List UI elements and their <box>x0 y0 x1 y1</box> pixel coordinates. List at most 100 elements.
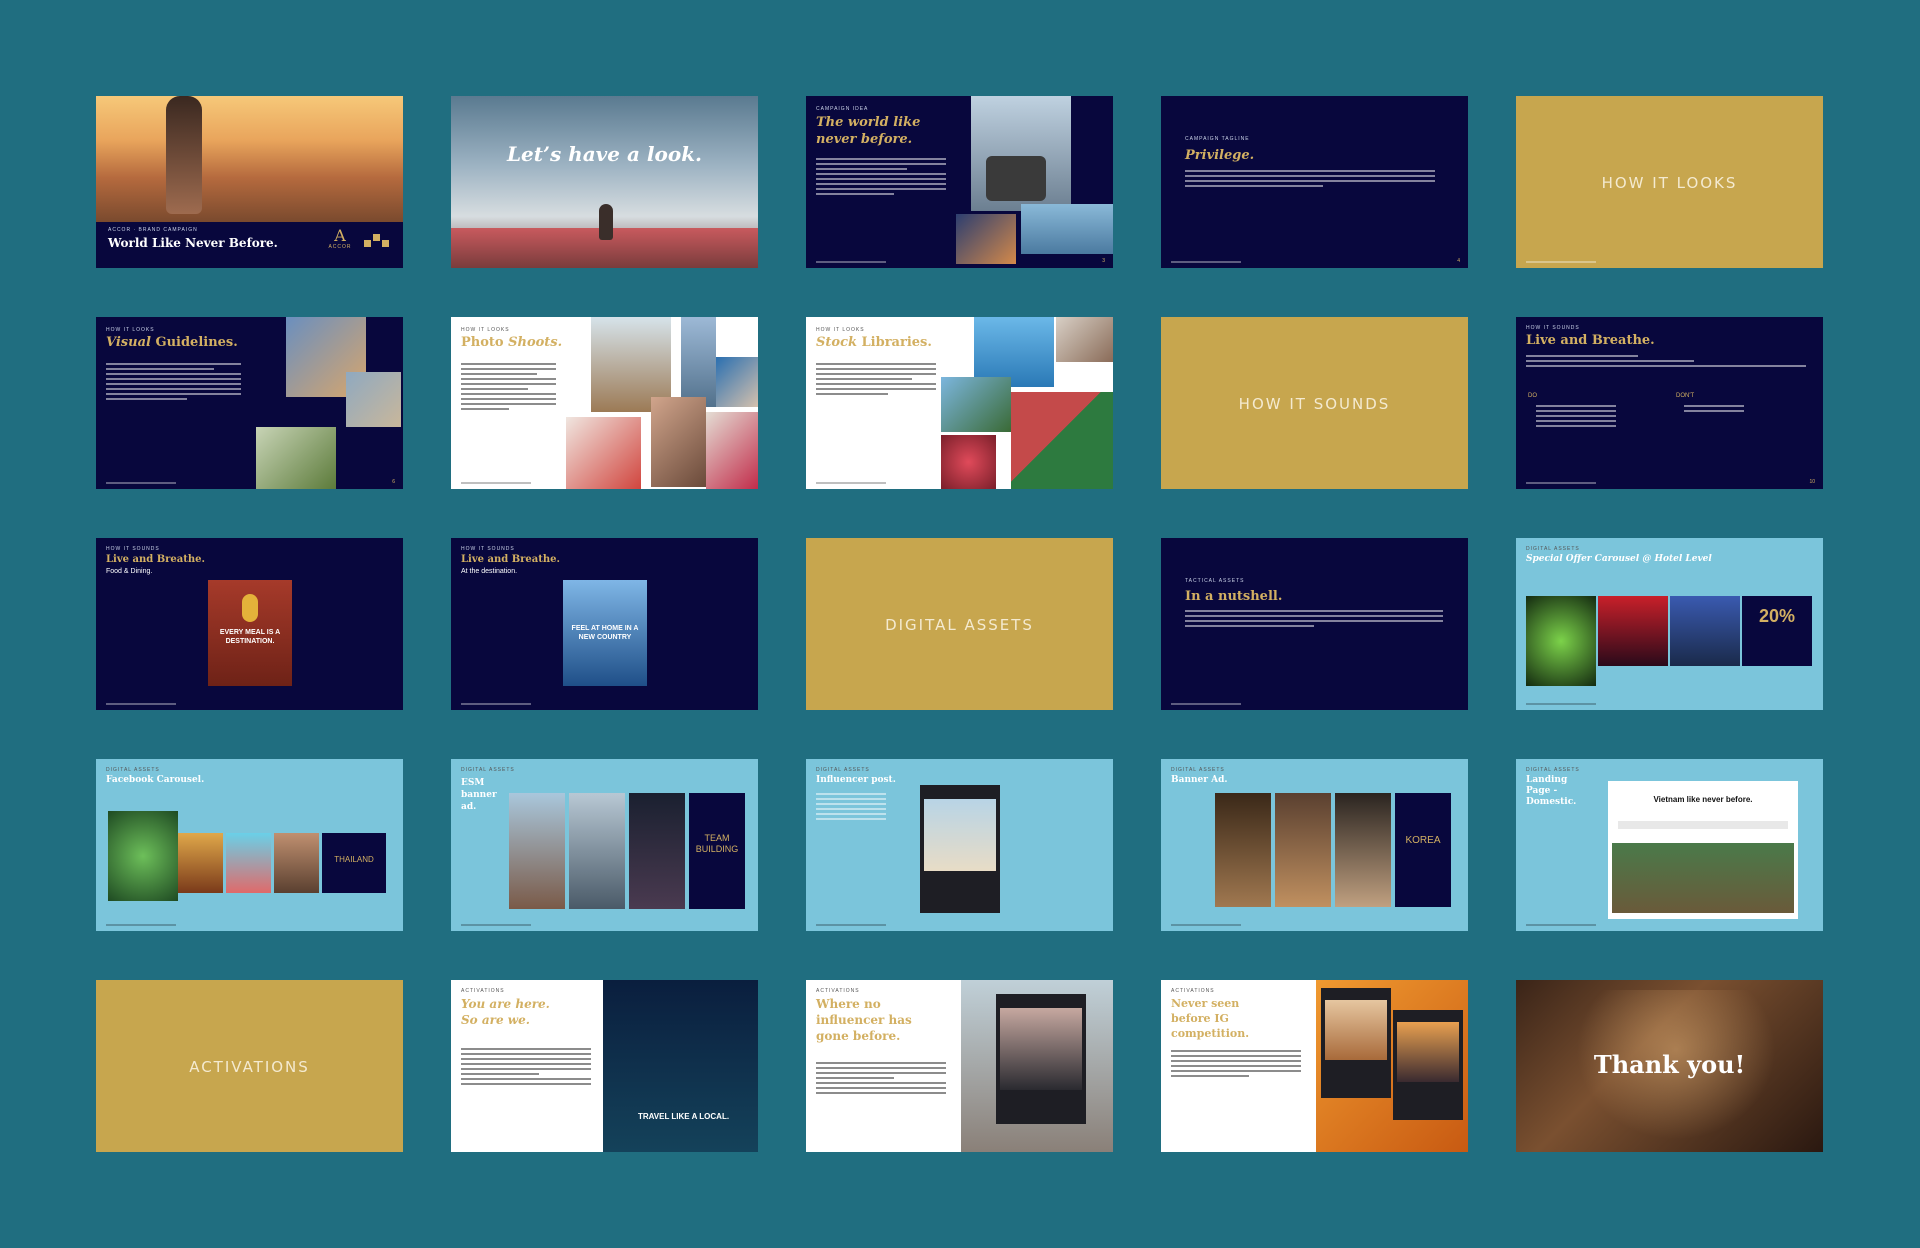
slide-title: Let’s have a look. <box>506 142 703 166</box>
instagram-post-2 <box>1393 1010 1463 1120</box>
building-photo <box>956 214 1016 264</box>
slide-title: Live and Breathe. <box>1526 333 1655 348</box>
slide-title: Thank you! <box>1593 1050 1746 1079</box>
slide-18[interactable]: DIGITAL ASSETS Influencer post. <box>806 759 1113 931</box>
slide-title: World Like Never Before. <box>108 236 278 250</box>
carousel-card-2 <box>1598 596 1668 666</box>
carousel-card-1 <box>108 811 178 901</box>
slide-9[interactable]: HOW IT SOUNDS <box>1161 317 1468 489</box>
section-title: HOW IT LOOKS <box>1601 174 1738 192</box>
banner-card-2 <box>569 793 625 909</box>
team-building-card: TEAM BUILDING <box>689 793 745 909</box>
slide-6[interactable]: HOW IT LOOKS Visual Guidelines. 6 <box>96 317 403 489</box>
slide-title: Live and Breathe. <box>106 554 206 565</box>
instagram-post <box>996 994 1086 1124</box>
slide-title: Landing Page - Domestic. <box>1526 775 1577 807</box>
slide-20[interactable]: DIGITAL ASSETS Landing Page - Domestic. … <box>1516 759 1823 931</box>
slide-title: Stock Libraries. <box>816 335 932 350</box>
search-bar <box>1618 821 1788 829</box>
couple-photo <box>346 372 401 427</box>
post-image <box>924 799 996 871</box>
beach-photo <box>96 96 403 222</box>
carousel-card-4 <box>274 833 319 893</box>
landing-page-mock: Vietnam like never before. <box>1608 781 1798 919</box>
slide-title: The world like never before. <box>816 115 921 147</box>
fruit-photo <box>941 435 996 489</box>
slide-kicker: TACTICAL ASSETS <box>1185 578 1245 584</box>
avocado-photo <box>256 427 336 489</box>
food-poster: EVERY MEAL IS A DESTINATION. <box>208 580 292 686</box>
accor-logo: A ACCOR <box>328 226 352 251</box>
slide-title: Photo Shoots. <box>461 335 563 350</box>
slide-25[interactable]: Thank you! <box>1516 980 1823 1152</box>
flower-photo <box>706 412 758 489</box>
banner-card-3 <box>1335 793 1391 907</box>
carousel-card-2 <box>178 833 223 893</box>
dont-label: DON'T <box>1676 393 1695 399</box>
slide-1[interactable]: ACCOR · BRAND CAMPAIGN World Like Never … <box>96 96 403 268</box>
slide-10[interactable]: HOW IT SOUNDS Live and Breathe. DO DON'T… <box>1516 317 1823 489</box>
slide-8[interactable]: HOW IT LOOKS Stock Libraries. <box>806 317 1113 489</box>
slide-title: Visual Guidelines. <box>106 335 238 350</box>
slide-4[interactable]: CAMPAIGN TAGLINE Privilege. 4 <box>1161 96 1468 268</box>
tower-photo <box>681 317 716 407</box>
woman-photo <box>716 357 758 407</box>
slide-title: Influencer post. <box>816 775 896 785</box>
night-map-image: TRAVEL LIKE A LOCAL. <box>603 980 758 1152</box>
pineapple-icon <box>242 594 258 622</box>
slide-kicker: ACCOR · BRAND CAMPAIGN <box>108 227 198 233</box>
temple-photo <box>941 377 1011 432</box>
walking-legs <box>166 96 202 214</box>
slide-2[interactable]: Let’s have a look. <box>451 96 758 268</box>
slide-title: Banner Ad. <box>1171 775 1228 785</box>
slide-title: Live and Breathe. <box>461 554 561 565</box>
slide-14[interactable]: TACTICAL ASSETS In a nutshell. <box>1161 538 1468 710</box>
section-title: ACTIVATIONS <box>189 1058 310 1076</box>
slide-17[interactable]: DIGITAL ASSETS ESM banner ad. TEAM BUILD… <box>451 759 758 931</box>
slide-21[interactable]: ACTIVATIONS <box>96 980 403 1152</box>
slide-13[interactable]: DIGITAL ASSETS <box>806 538 1113 710</box>
slide-19[interactable]: DIGITAL ASSETS Banner Ad. KOREA <box>1161 759 1468 931</box>
slide-title: ESM banner ad. <box>461 778 497 812</box>
thailand-card: THAILAND <box>322 833 386 893</box>
offer-card: 20% <box>1742 596 1812 666</box>
banner-card-1 <box>1215 793 1271 907</box>
slide-title: Where no influencer has gone before. <box>816 997 912 1043</box>
destination-poster: FEEL AT HOME IN A NEW COUNTRY <box>563 580 647 686</box>
slide-15[interactable]: DIGITAL ASSETS Special Offer Carousel @ … <box>1516 538 1823 710</box>
slide-title: Never seen before IG competition. <box>1171 997 1250 1040</box>
slide-title: Special Offer Carousel @ Hotel Level <box>1526 554 1712 564</box>
slide-24[interactable]: ACTIVATIONS Never seen before IG competi… <box>1161 980 1468 1152</box>
slide-16[interactable]: DIGITAL ASSETS Facebook Carousel. THAILA… <box>96 759 403 931</box>
slide-5[interactable]: HOW IT LOOKS <box>1516 96 1823 268</box>
jump-photo <box>1021 204 1113 254</box>
slide-7[interactable]: HOW IT LOOKS Photo Shoots. <box>451 317 758 489</box>
section-title: DIGITAL ASSETS <box>885 616 1034 634</box>
slide-subtitle: At the destination. <box>461 568 518 575</box>
carousel-card-3 <box>226 833 271 893</box>
slide-title: Facebook Carousel. <box>106 775 205 785</box>
slide-3[interactable]: CAMPAIGN IDEA The world like never befor… <box>806 96 1113 268</box>
instagram-post-1 <box>1321 988 1391 1098</box>
instagram-post <box>920 785 1000 913</box>
car-photo <box>1056 317 1113 362</box>
slide-23[interactable]: ACTIVATIONS Where no influencer has gone… <box>806 980 1113 1152</box>
slide-12[interactable]: HOW IT SOUNDS Live and Breathe. At the d… <box>451 538 758 710</box>
slide-title: Privilege. <box>1185 148 1255 163</box>
river-boats-photo <box>1612 843 1794 913</box>
do-label: DO <box>1528 393 1537 399</box>
section-title: HOW IT SOUNDS <box>1238 395 1391 413</box>
banner-card-1 <box>509 793 565 909</box>
post-image <box>1000 1008 1082 1090</box>
all-logo <box>364 232 390 252</box>
woman-figure <box>599 204 613 240</box>
carousel-card-1 <box>1526 596 1596 686</box>
banner-card-2 <box>1275 793 1331 907</box>
eye-photo <box>651 397 706 487</box>
red-photo <box>566 417 641 489</box>
slide-22[interactable]: ACTIVATIONS You are here. So are we. TRA… <box>451 980 758 1152</box>
slide-title: You are here. So are we. <box>461 997 550 1027</box>
bag-photo <box>986 156 1046 201</box>
slide-title: In a nutshell. <box>1185 589 1283 604</box>
slide-11[interactable]: HOW IT SOUNDS Live and Breathe. Food & D… <box>96 538 403 710</box>
